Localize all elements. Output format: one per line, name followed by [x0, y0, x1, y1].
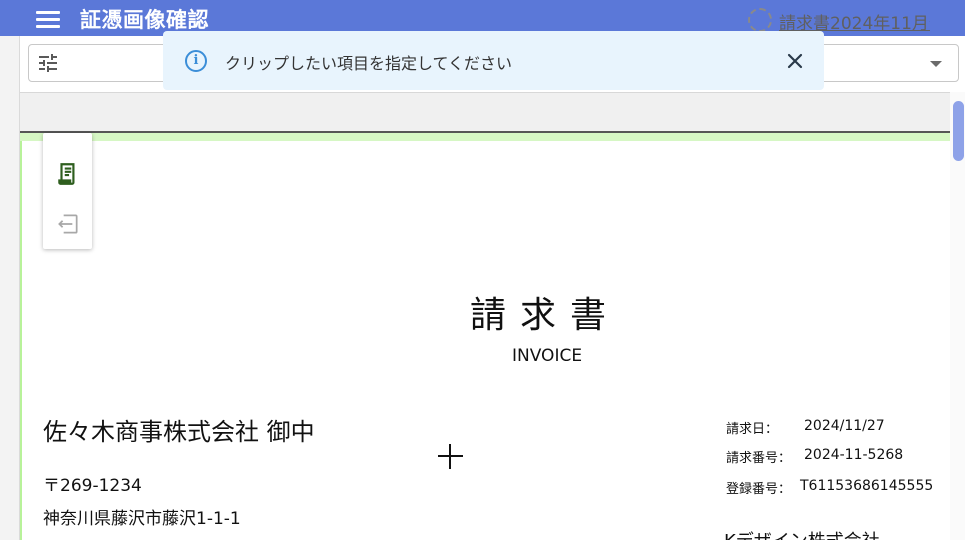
- app-root: 証憑画像確認 請求書2024年11月分 請求書 INVOICE 佐々木商事株式会…: [0, 0, 965, 540]
- loading-spinner-icon: [748, 8, 772, 32]
- crosshair-cursor: [438, 444, 463, 469]
- invoice-number-label: 請求番号：: [726, 451, 792, 466]
- page-title: 証憑画像確認: [80, 8, 209, 32]
- customer-name: 佐々木商事株式会社 御中: [43, 418, 315, 446]
- close-icon[interactable]: [785, 51, 805, 71]
- invoice-subtitle: INVOICE: [512, 346, 583, 366]
- tune-sliders-icon[interactable]: [36, 51, 60, 75]
- tool-panel: [43, 133, 92, 249]
- info-icon: i: [185, 50, 207, 72]
- notification-message: クリップしたい項目を指定してください: [225, 54, 513, 73]
- hamburger-menu-icon[interactable]: [36, 11, 60, 28]
- registration-number-label: 登録番号：: [726, 482, 792, 497]
- invoice-date-label: 請求日：: [726, 422, 779, 437]
- document-bar: [20, 92, 965, 132]
- notification-toast: i クリップしたい項目を指定してください: [163, 31, 824, 90]
- customer-address: 神奈川県藤沢市藤沢1-1-1: [43, 509, 241, 529]
- scrollbar-thumb[interactable]: [953, 101, 964, 161]
- left-border-strip: [0, 36, 20, 540]
- postal-code: 〒269-1234: [43, 476, 142, 496]
- chevron-down-icon[interactable]: [930, 61, 942, 67]
- issuer-area: Kデザイン株式会社: [724, 525, 950, 540]
- issuer-name: Kデザイン株式会社: [724, 527, 880, 540]
- receipt-icon[interactable]: [55, 161, 81, 187]
- invoice-date-value: 2024/11/27: [804, 418, 885, 434]
- viewer-highlight-strip: [20, 133, 950, 141]
- exit-icon[interactable]: [55, 211, 81, 237]
- invoice-number-value: 2024-11-5268: [804, 447, 904, 463]
- invoice-title: 請求書: [470, 295, 621, 336]
- registration-number-value: T61153686145555: [800, 478, 934, 494]
